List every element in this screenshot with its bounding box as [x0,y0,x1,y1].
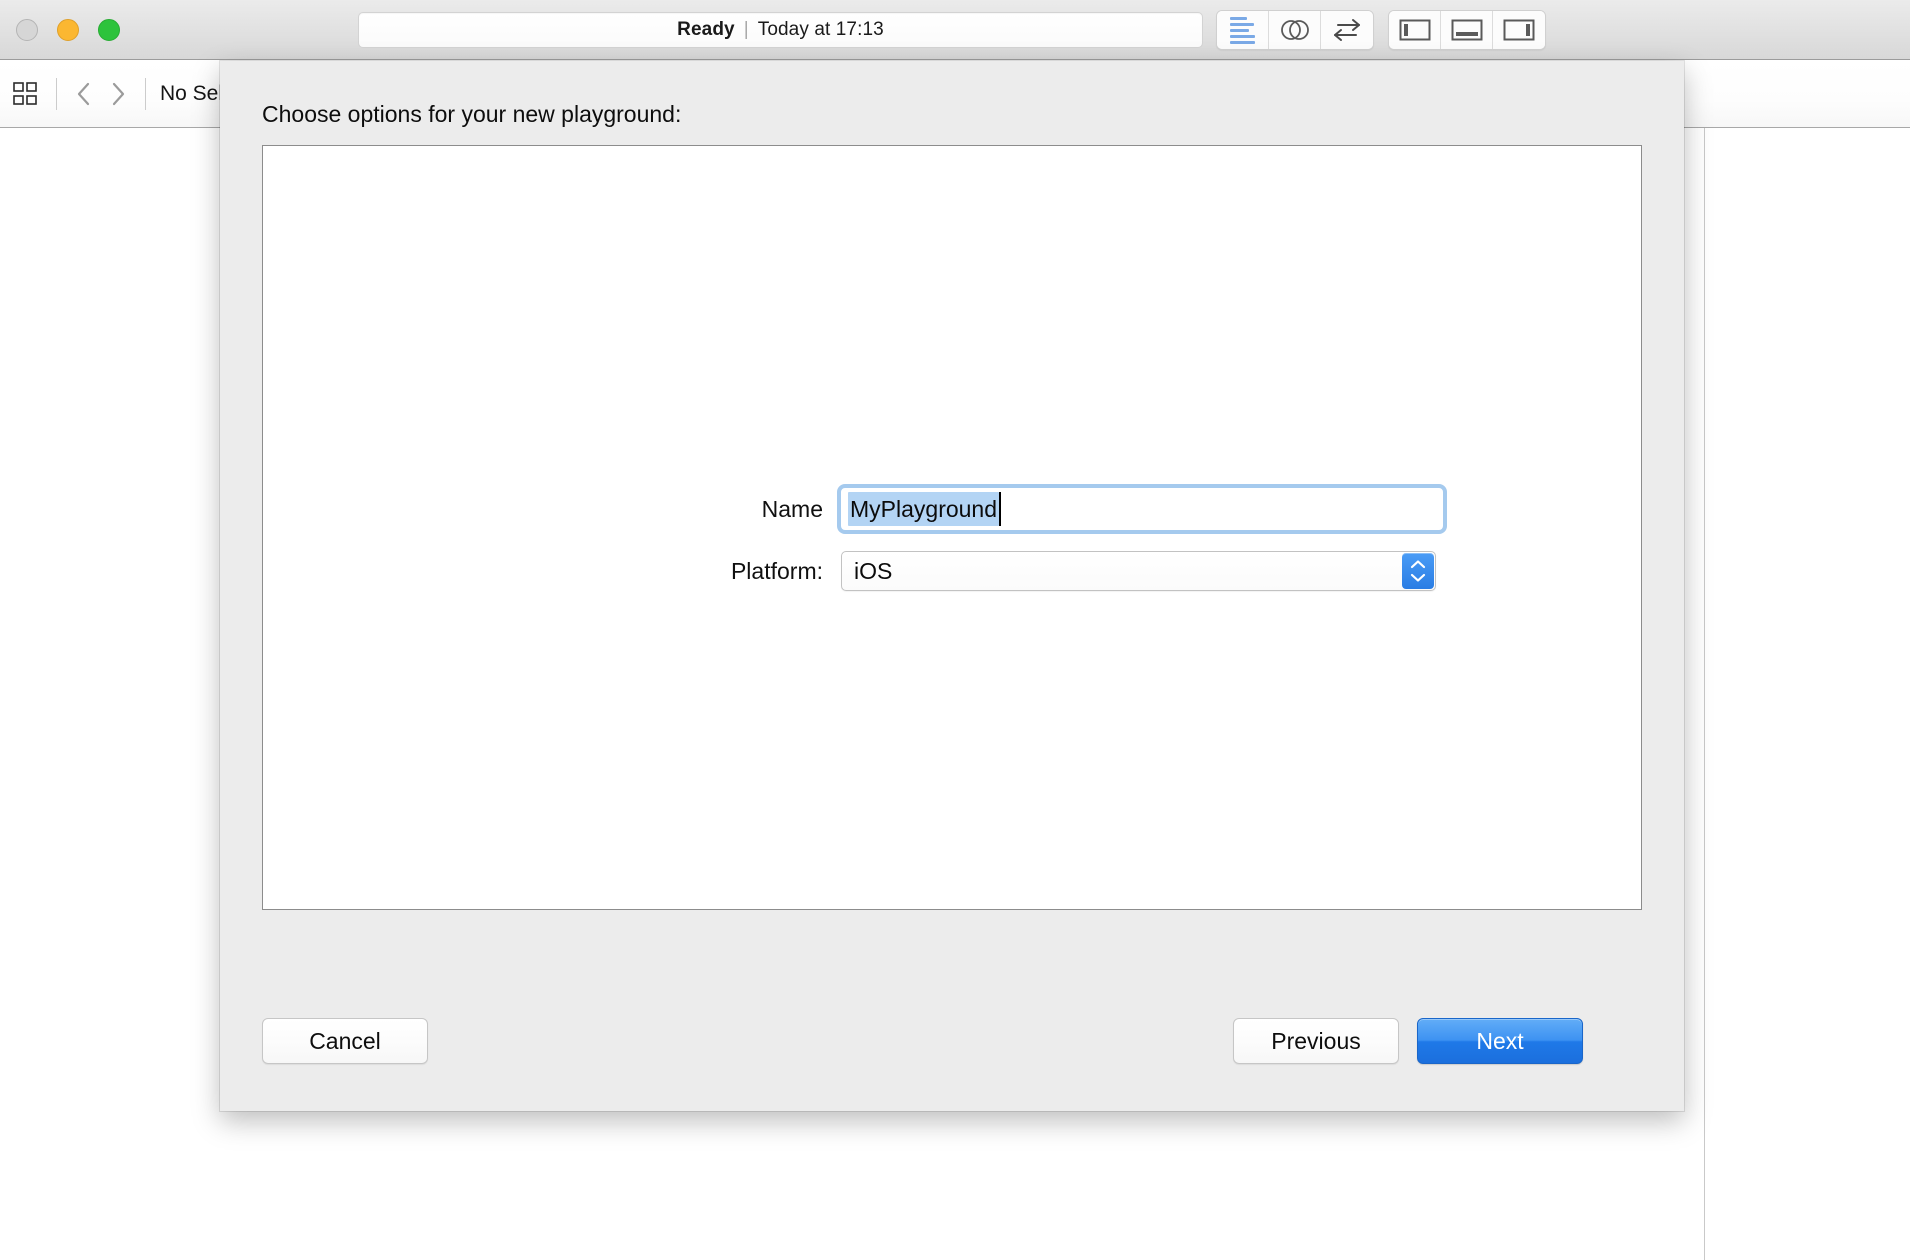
sheet-title: Choose options for your new playground: [262,101,682,127]
jump-bar-divider-1 [56,78,57,110]
assistant-editor-icon[interactable] [1269,11,1321,49]
traffic-light-buttons [16,19,120,41]
navigator-panel-icon[interactable] [1389,11,1441,49]
cancel-button[interactable]: Cancel [262,1018,428,1064]
activity-status-text: Ready | Today at 17:13 [677,19,884,41]
playground-name-field[interactable]: MyPlayground [841,488,1443,530]
activity-timestamp: Today at 17:13 [757,19,884,40]
debug-panel-icon[interactable] [1441,11,1493,49]
maximize-button[interactable] [98,19,120,41]
previous-button[interactable]: Previous [1233,1018,1399,1064]
xcode-window: No Selection Ready|Today at 17:13 [0,0,1910,1260]
platform-popup-button[interactable]: iOS [841,551,1436,591]
name-row: Name MyPlayground [263,478,1643,540]
close-button[interactable] [16,19,38,41]
chevron-right-icon[interactable] [101,80,135,108]
workspace-panels-segmented-control [1388,10,1546,50]
jump-bar-divider-2 [145,78,146,110]
name-label: Name [761,495,823,522]
platform-label: Platform: [730,557,823,584]
standard-editor-icon[interactable] [1217,11,1269,49]
next-button[interactable]: Next [1417,1018,1583,1064]
activity-status-view: Ready | Today at 17:13 [358,12,1203,48]
sheet-content-panel: Name MyPlayground Platform: iOS [262,145,1642,910]
new-playground-sheet: Choose options for your new playground: … [220,61,1684,1111]
chevron-left-icon[interactable] [67,80,101,108]
text-caret [999,492,1001,526]
playground-options-form: Name MyPlayground Platform: iOS [263,478,1643,602]
utilities-panel-icon[interactable] [1493,11,1545,49]
chevron-up-down-icon[interactable] [1402,553,1434,589]
platform-selected-value: iOS [854,557,893,584]
utilities-panel-divider [1704,128,1705,1260]
activity-status-label: Ready [677,19,735,40]
version-editor-icon[interactable] [1321,11,1373,49]
related-items-icon[interactable] [6,81,46,107]
sheet-footer: Cancel Previous Next [220,991,1684,1111]
minimize-button[interactable] [57,19,79,41]
window-titlebar: Ready | Today at 17:13 [0,0,1910,60]
editor-mode-segmented-control [1216,10,1374,50]
activity-separator: | [743,19,749,40]
platform-row: Platform: iOS [263,540,1643,602]
utilities-panel [1705,128,1910,1260]
playground-name-input[interactable] [842,489,1442,529]
